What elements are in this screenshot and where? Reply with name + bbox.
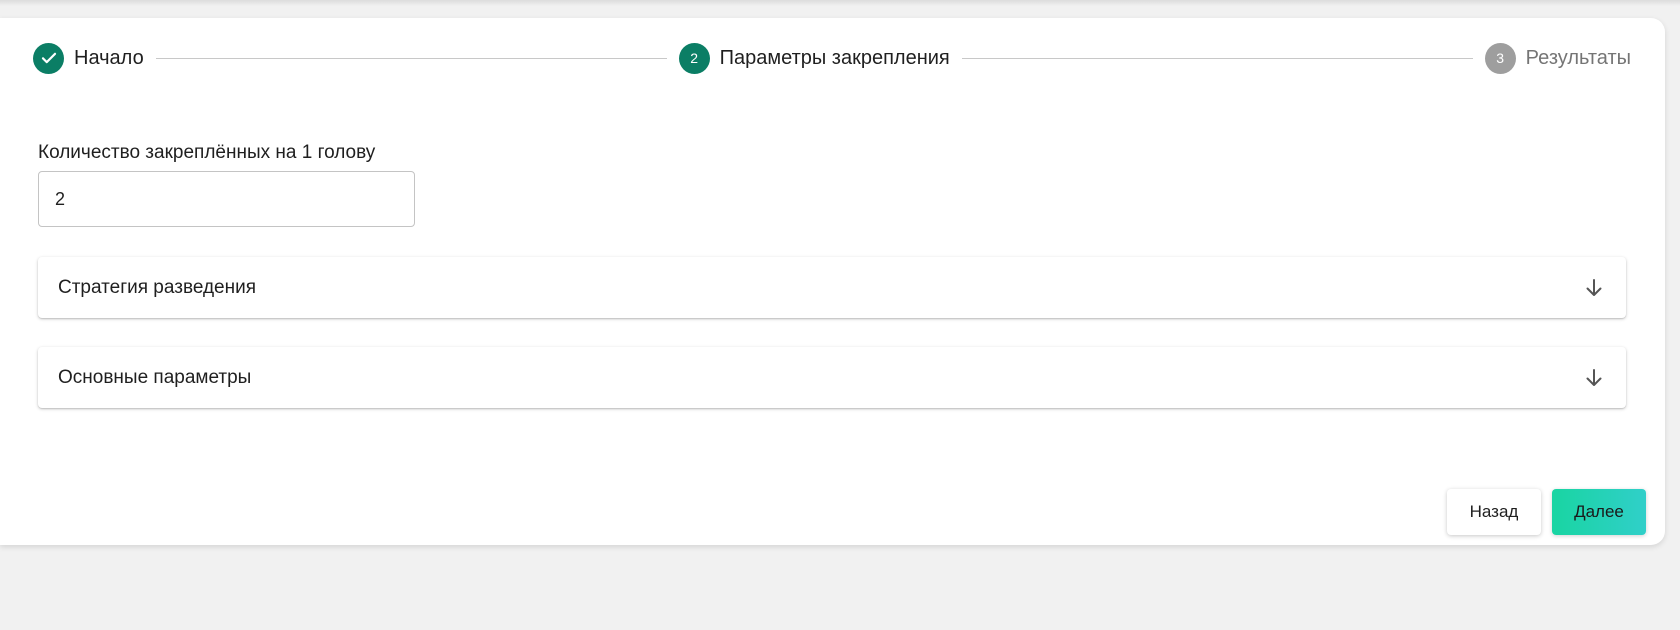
stepper: Начало 2 Параметры закрепления 3 Результ… <box>33 42 1631 74</box>
step-results[interactable]: 3 Результаты <box>1484 42 1632 74</box>
accordion-main-params-title: Основные параметры <box>58 366 252 388</box>
step-connector <box>155 57 667 59</box>
arrow-down-icon <box>1582 276 1606 300</box>
top-shadow <box>0 0 1680 6</box>
step-params-label: Параметры закрепления <box>719 46 950 69</box>
step-start-label: Начало <box>74 46 144 69</box>
accordion-breeding-strategy[interactable]: Стратегия разведения <box>38 257 1626 318</box>
step-results-number: 3 <box>1484 42 1516 74</box>
step-params-number: 2 <box>678 42 710 74</box>
step-connector <box>961 57 1473 59</box>
accordion-breeding-strategy-title: Стратегия разведения <box>58 276 257 298</box>
wizard-card: Начало 2 Параметры закрепления 3 Результ… <box>0 18 1665 545</box>
check-icon <box>33 42 64 74</box>
back-button[interactable]: Назад <box>1447 489 1541 535</box>
step-results-label: Результаты <box>1525 46 1632 69</box>
step-start[interactable]: Начало <box>33 42 144 74</box>
next-button[interactable]: Далее <box>1552 489 1646 535</box>
accordion-main-params[interactable]: Основные параметры <box>38 347 1626 408</box>
step-params[interactable]: 2 Параметры закрепления <box>678 42 950 74</box>
count-per-head-input[interactable] <box>38 171 415 227</box>
count-per-head-label: Количество закреплённых на 1 голову <box>38 142 376 163</box>
arrow-down-icon <box>1582 366 1606 390</box>
